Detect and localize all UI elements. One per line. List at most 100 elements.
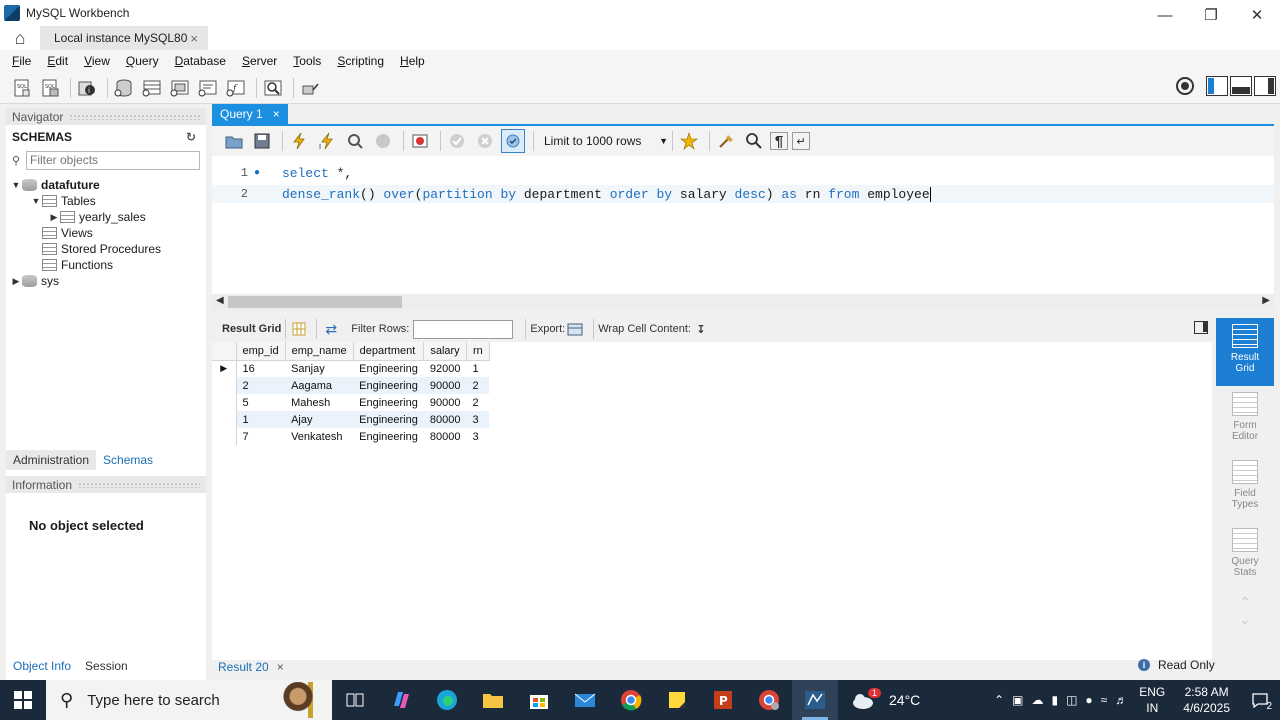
phone-link-icon[interactable]: ▣ (1012, 693, 1023, 707)
reconnect-icon[interactable] (298, 76, 322, 100)
collapsed-arrow-icon[interactable]: ▶ (10, 276, 22, 287)
table-cell[interactable]: Engineering (353, 360, 424, 377)
tree-item-tables[interactable]: ▼ Tables (6, 193, 206, 209)
column-header-emp-name[interactable]: emp_name (285, 342, 354, 361)
toggle-output-panel-icon[interactable] (1230, 76, 1252, 96)
table-cell[interactable]: Engineering (353, 394, 424, 411)
commit-icon[interactable] (445, 129, 469, 153)
expanded-arrow-icon[interactable]: ▼ (10, 180, 22, 190)
refresh-results-icon[interactable]: ⇄ (321, 320, 341, 338)
editor-line[interactable]: 1 ● select *, (212, 164, 1274, 182)
menu-file[interactable]: File (4, 54, 39, 68)
schema-tree-item-datafuture[interactable]: ▼ datafuture (6, 177, 206, 193)
connection-tab[interactable]: Local instance MySQL80 × (40, 26, 208, 50)
schema-tree-item-sys[interactable]: ▶ sys (6, 273, 206, 289)
save-icon[interactable] (250, 129, 274, 153)
table-cell[interactable]: Engineering (353, 411, 424, 428)
editor-horizontal-scrollbar[interactable]: ◀ ▶ (212, 294, 1274, 310)
show-hidden-icons-chevron-icon[interactable]: ⌃ (994, 693, 1004, 707)
table-cell[interactable]: 1 (466, 360, 489, 377)
notification-center-icon[interactable]: 2 (1240, 680, 1280, 720)
table-cell[interactable]: 2 (466, 394, 489, 411)
filter-rows-input[interactable] (413, 319, 514, 339)
wifi-icon[interactable]: ≈ (1101, 693, 1108, 707)
limit-rows-select[interactable]: Limit to 1000 rows ▼ (544, 134, 668, 148)
close-connection-tab-icon[interactable]: × (190, 31, 198, 46)
field-types-button[interactable]: Field Types (1216, 454, 1274, 522)
tab-administration[interactable]: Administration (6, 450, 97, 470)
table-cell[interactable]: 7 (236, 428, 285, 445)
menu-help[interactable]: Help (392, 54, 433, 68)
result-tab[interactable]: Result 20 × (212, 660, 290, 674)
find-replace-icon[interactable] (742, 129, 766, 153)
speaker-icon[interactable]: ♬ (1115, 693, 1127, 707)
create-procedure-icon[interactable] (196, 76, 220, 100)
schema-inspector-icon[interactable]: i (75, 76, 99, 100)
table-cell[interactable]: Engineering (353, 428, 424, 445)
tree-item-yearly-sales[interactable]: ▶ yearly_sales (6, 209, 206, 225)
windows-start-icon[interactable] (0, 680, 46, 720)
column-header-emp-id[interactable]: emp_id (236, 342, 286, 361)
task-view-icon[interactable] (332, 680, 378, 720)
table-row[interactable]: 7 Venkatesh Engineering 80000 3 (212, 428, 489, 445)
tab-schemas[interactable]: Schemas (96, 450, 161, 470)
column-header-rn[interactable]: rn (466, 342, 490, 361)
explain-icon[interactable] (343, 129, 367, 153)
copilot-icon[interactable] (378, 680, 424, 720)
query-stats-button[interactable]: Query Stats (1216, 522, 1274, 590)
execute-lightning-icon[interactable] (287, 129, 311, 153)
input-language-indicator[interactable]: ENG IN (1139, 684, 1165, 716)
table-cell[interactable]: 1 (236, 411, 286, 428)
form-editor-button[interactable]: Form Editor (1216, 386, 1274, 454)
chrome-profile-icon[interactable] (746, 680, 792, 720)
grid-view-icon[interactable] (290, 320, 308, 338)
column-header-salary[interactable]: salary (423, 342, 467, 361)
row-indicator[interactable] (212, 411, 237, 428)
table-cell[interactable]: 5 (236, 394, 285, 411)
edge-browser-icon[interactable] (424, 680, 470, 720)
close-result-tab-icon[interactable]: × (277, 660, 284, 674)
beautify-broom-icon[interactable] (714, 129, 738, 153)
create-schema-icon[interactable] (112, 76, 136, 100)
table-row[interactable]: 2 Aagama Engineering 90000 2 (212, 377, 490, 394)
tree-item-functions[interactable]: Functions (6, 257, 206, 273)
sql-editor[interactable]: 1 ● select *, 2 dense_rank() over(partition … (212, 156, 1274, 294)
create-function-icon[interactable]: f (224, 76, 248, 100)
weather-widget[interactable]: 1 24°C (850, 688, 920, 710)
new-sql-tab-icon[interactable]: SQL (10, 76, 34, 100)
table-cell[interactable]: 90000 (424, 394, 467, 411)
onedrive-cloud-icon[interactable]: ☁ (1031, 693, 1043, 707)
table-row[interactable]: 5 Mahesh Engineering 90000 2 (212, 394, 489, 411)
menu-view[interactable]: View (76, 54, 118, 68)
create-table-icon[interactable] (140, 76, 164, 100)
autocommit-toggle-icon[interactable] (501, 129, 525, 153)
execute-current-statement-icon[interactable]: I (315, 129, 339, 153)
scroll-right-arrow-icon[interactable]: ▶ (1262, 295, 1270, 306)
menu-tools[interactable]: Tools (285, 54, 329, 68)
mail-icon[interactable] (562, 680, 608, 720)
menu-server[interactable]: Server (234, 54, 285, 68)
menu-scripting[interactable]: Scripting (329, 54, 392, 68)
menu-edit[interactable]: Edit (39, 54, 76, 68)
scroll-left-arrow-icon[interactable]: ◀ (216, 295, 224, 306)
table-cell[interactable]: 92000 (424, 360, 467, 377)
table-cell[interactable]: 16 (236, 360, 285, 377)
filter-objects-input[interactable] (26, 150, 200, 170)
table-cell[interactable]: Engineering (353, 377, 424, 394)
chrome-icon[interactable] (608, 680, 654, 720)
create-view-icon[interactable] (168, 76, 192, 100)
toggle-stop-on-error-icon[interactable] (408, 129, 432, 153)
home-icon[interactable]: ⌂ (0, 26, 40, 50)
taskbar-clock[interactable]: 2:58 AM 4/6/2025 (1183, 684, 1230, 716)
table-cell[interactable]: 2 (236, 377, 286, 394)
row-indicator[interactable] (212, 377, 237, 394)
table-cell[interactable]: Mahesh (285, 394, 353, 411)
tab-session[interactable]: Session (78, 656, 135, 676)
table-cell[interactable]: 90000 (423, 377, 467, 394)
table-cell[interactable]: 80000 (423, 411, 467, 428)
rollback-icon[interactable] (473, 129, 497, 153)
search-table-data-icon[interactable] (261, 76, 285, 100)
preferences-gear-icon[interactable] (1176, 77, 1194, 95)
toggle-secondary-sidebar-icon[interactable] (1254, 76, 1276, 96)
close-query-tab-icon[interactable]: × (273, 107, 280, 121)
